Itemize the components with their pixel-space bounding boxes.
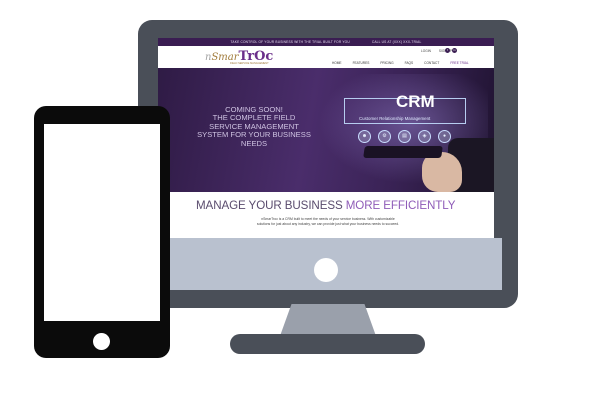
facebook-icon[interactable]: f [445,48,450,53]
linkedin-icon[interactable]: in [452,48,457,53]
monitor-stand-neck [280,304,376,336]
intro-section: MANAGE YOUR BUSINESS MORE EFFICIENTLY nS… [158,192,494,238]
section-description: nSmarTroc is a CRM built to meet the nee… [256,217,400,226]
group-icon: ● [438,130,451,143]
hero-tablet [363,146,443,158]
cart-icon: ▤ [398,130,411,143]
phone-screen [44,124,160,321]
site-header: nSmarTrOc FIELD SERVICE MANAGEMENT LOGIN… [158,46,494,68]
person-icon: ☻ [358,130,371,143]
monitor-screen: TAKE CONTROL OF YOUR BUSINESS WITH THE T… [158,38,494,238]
nav-contact[interactable]: CONTACT [424,61,439,65]
nav-faqs[interactable]: FAQS [405,61,414,65]
hero-text: COMING SOON! THE COMPLETE FIELD SERVICE … [197,105,311,148]
main-nav: HOME FEATURES PRICING FAQS CONTACT FREE … [332,61,469,65]
hero-hand [422,152,462,192]
hero-banner: COMING SOON! THE COMPLETE FIELD SERVICE … [158,68,494,192]
crm-icon-row: ☻ ⚙ ▤ ◈ ● [358,130,451,143]
login-link[interactable]: LOGIN [421,49,431,53]
phone-home-button [93,333,110,350]
crm-subtitle: Customer Relationship Management [359,116,431,121]
gear-icon: ⚙ [378,130,391,143]
monitor-power-button [314,258,338,282]
network-icon: ◈ [418,130,431,143]
phone-text[interactable]: CALL US AT (XXX) XXX-TRIAL [372,40,422,44]
monitor-stand-base [230,334,425,354]
social-links: f in [445,48,457,53]
announcement-bar: TAKE CONTROL OF YOUR BUSINESS WITH THE T… [158,38,494,46]
nav-home[interactable]: HOME [332,61,342,65]
logo-tagline: FIELD SERVICE MANAGEMENT [230,62,269,65]
nav-free-trial[interactable]: FREE TRIAL [450,61,468,65]
crm-title: CRM [396,92,435,111]
nav-pricing[interactable]: PRICING [380,61,393,65]
announcement-text: TAKE CONTROL OF YOUR BUSINESS WITH THE T… [230,40,350,44]
nav-features[interactable]: FEATURES [353,61,370,65]
section-headline: MANAGE YOUR BUSINESS MORE EFFICIENTLY [196,199,456,212]
